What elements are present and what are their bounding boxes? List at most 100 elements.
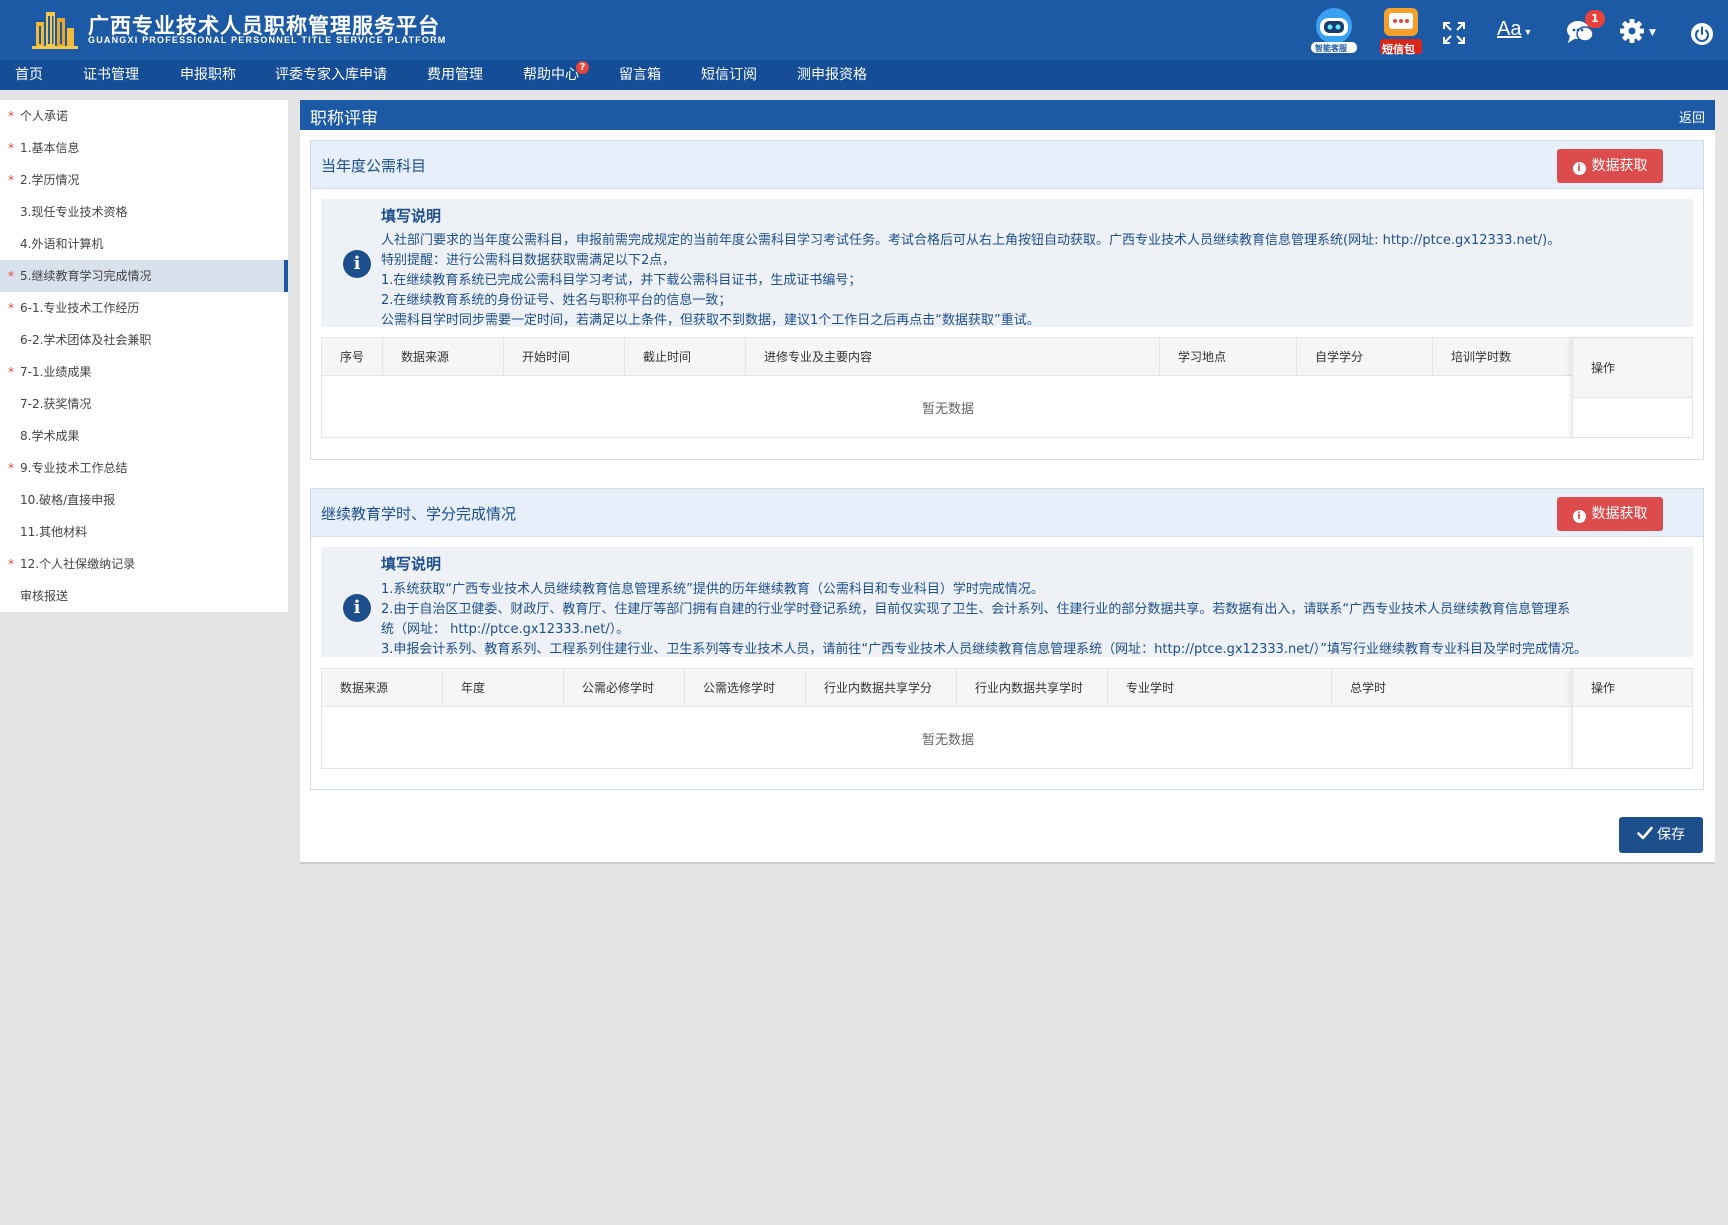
top-header: 广西专业技术人员职称管理服务平台 GUANGXI PROFESSIONAL PE… — [0, 0, 1728, 60]
instruction-title: 填写说明 — [381, 207, 442, 225]
instruction-line: 2.由于自治区卫健委、财政厅、教育厅、住建厅等部门拥有自建的行业学时登记系统，目… — [381, 602, 1571, 617]
sidebar-item[interactable]: * 12.个人社保缴纳记录 — [0, 548, 288, 580]
font-size-button[interactable]: Aa ▼ — [1497, 18, 1541, 44]
column-header: 行业内数据共享学分 — [806, 669, 957, 707]
fetch-data-label: 数据获取 — [1591, 158, 1648, 174]
required-star-icon: * — [8, 109, 14, 123]
nav-fees[interactable]: 费用管理 — [427, 60, 483, 90]
main-nav: 首页 证书管理 申报职称 评委专家入库申请 费用管理 帮助中心 ? 留言箱 短信… — [0, 60, 1728, 90]
sidebar-item-label: 9.专业技术工作总结 — [20, 461, 128, 475]
sidebar-item-label: 10.破格/直接申报 — [20, 493, 116, 507]
operation-column: 操作 — [1572, 669, 1692, 768]
column-header: 年度 — [443, 669, 564, 707]
sidebar-item[interactable]: * 个人承诺 — [0, 100, 288, 132]
required-star-icon: * — [8, 461, 14, 475]
sidebar-item[interactable]: * 1.基本信息 — [0, 132, 288, 164]
sms-label: 短信包 — [1382, 43, 1415, 56]
column-header: 操作 — [1573, 669, 1692, 707]
sidebar-item[interactable]: 3.现任专业技术资格 — [0, 196, 288, 228]
back-link[interactable]: 返回 — [1679, 107, 1705, 126]
sidebar-item-label: 7-2.获奖情况 — [20, 397, 92, 411]
sms-package-button[interactable]: 短信包 — [1378, 6, 1424, 56]
instruction-line: 3.申报会计系列、教育系列、工程系列住建行业、卫生系列等专业技术人员，请前往“广… — [381, 642, 1587, 657]
sidebar-item[interactable]: 8.学术成果 — [0, 420, 288, 452]
instruction-line: 人社部门要求的当年度公需科目，申报前需完成规定的当前年度公需科目学习考试任务。考… — [381, 233, 1561, 248]
sidebar-item[interactable]: * 9.专业技术工作总结 — [0, 452, 288, 484]
sidebar-item[interactable]: 审核报送 — [0, 580, 288, 612]
nav-eligibility-test[interactable]: 测申报资格 — [797, 60, 867, 90]
fetch-data-button[interactable]: i 数据获取 — [1557, 497, 1663, 531]
help-question-icon: ? — [576, 61, 589, 74]
sidebar-item[interactable]: 7-2.获奖情况 — [0, 388, 288, 420]
column-header: 数据来源 — [322, 669, 443, 707]
sidebar-item[interactable]: * 7-1.业绩成果 — [0, 356, 288, 388]
gear-icon — [1620, 19, 1644, 43]
instruction-line: 1.在继续教育系统已完成公需科目学习考试，并下载公需科目证书，生成证书编号； — [381, 273, 862, 288]
nav-certificates[interactable]: 证书管理 — [83, 60, 139, 90]
fullscreen-icon[interactable] — [1441, 20, 1467, 46]
empty-message: 暂无数据 — [921, 733, 974, 748]
instruction-line: 统（网址： http://ptce.gx12333.net/）。 — [381, 622, 630, 637]
column-header: 学习地点 — [1160, 338, 1297, 376]
section-header: 当年度公需科目 i 数据获取 — [311, 141, 1703, 189]
instruction-title: 填写说明 — [381, 555, 442, 573]
message-count-badge: 1 — [1585, 10, 1605, 28]
check-icon — [1637, 826, 1653, 840]
section-title: 继续教育学时、学分完成情况 — [321, 505, 517, 523]
sidebar-item[interactable]: 4.外语和计算机 — [0, 228, 288, 260]
column-header: 进修专业及主要内容 — [746, 338, 1160, 376]
sidebar-item-label: 6-2.学术团体及社会兼职 — [20, 333, 152, 347]
platform-subtitle: GUANGXI PROFESSIONAL PERSONNEL TITLE SER… — [88, 35, 447, 45]
required-star-icon: * — [8, 301, 14, 315]
operation-column: 操作 — [1572, 338, 1692, 437]
column-header: 总学时 — [1350, 681, 1387, 695]
settings-button[interactable]: ▼ — [1619, 18, 1661, 46]
empty-message: 暂无数据 — [921, 402, 974, 417]
column-header: 公需选修学时 — [685, 669, 806, 707]
section-header: 继续教育学时、学分完成情况 i 数据获取 — [311, 489, 1703, 537]
sidebar-item-label: 6-1.专业技术工作经历 — [20, 301, 140, 315]
required-star-icon: * — [8, 141, 14, 155]
fetch-data-button[interactable]: i 数据获取 — [1557, 149, 1663, 183]
instruction-box: i 填写说明 人社部门要求的当年度公需科目，申报前需完成规定的当前年度公需科目学… — [321, 199, 1693, 328]
education-hours-table: 数据来源 年度 公需必修学时 公需选修学时 行业内数据共享学分 行业内数据共享学… — [321, 668, 1693, 769]
column-header: 数据来源 — [383, 338, 504, 376]
save-button[interactable]: 保存 — [1619, 817, 1703, 853]
smart-service-button[interactable]: 智能客服 — [1308, 6, 1360, 54]
nav-home[interactable]: 首页 — [15, 60, 43, 90]
building-logo-icon — [32, 12, 78, 49]
sidebar-item-label: 11.其他材料 — [20, 525, 88, 539]
power-icon[interactable] — [1690, 22, 1714, 46]
column-header: 开始时间 — [504, 338, 625, 376]
table-header: 数据来源 年度 公需必修学时 公需选修学时 行业内数据共享学分 行业内数据共享学… — [322, 669, 1574, 707]
column-header: 序号 — [322, 338, 383, 376]
required-star-icon: * — [8, 557, 14, 571]
panel-header: 职称评审 返回 — [300, 100, 1715, 130]
column-header: 专业学时 — [1108, 669, 1332, 707]
sidebar-item[interactable]: 11.其他材料 — [0, 516, 288, 548]
nav-sms-subscribe[interactable]: 短信订阅 — [701, 60, 757, 90]
nav-expert-application[interactable]: 评委专家入库申请 — [275, 60, 387, 90]
column-header: 自学学分 — [1297, 338, 1433, 376]
sidebar-item-label: 审核报送 — [20, 589, 69, 603]
sidebar-item[interactable]: * 2.学历情况 — [0, 164, 288, 196]
instruction-line: 2.在继续教育系统的身份证号、姓名与职称平台的信息一致； — [381, 293, 732, 308]
nav-message-box[interactable]: 留言箱 — [619, 60, 661, 90]
main-panel: 职称评审 返回 当年度公需科目 i 数据获取 i 填写说明 人社部门要求的当年度公… — [300, 100, 1715, 864]
sidebar-item[interactable]: 10.破格/直接申报 — [0, 484, 288, 516]
nav-help-center[interactable]: 帮助中心 — [523, 60, 579, 90]
required-star-icon: * — [8, 269, 14, 283]
sidebar-item-label: 8.学术成果 — [20, 429, 80, 443]
nav-apply-title[interactable]: 申报职称 — [180, 60, 236, 90]
instruction-box: i 填写说明 1.系统获取“广西专业技术人员继续教育信息管理系统”提供的历年继续… — [321, 547, 1693, 657]
caret-down-icon: ▼ — [1523, 27, 1533, 37]
sidebar-item[interactable]: * 5.继续教育学习完成情况 — [0, 260, 288, 292]
continuing-education-section: 继续教育学时、学分完成情况 i 数据获取 i 填写说明 1.系统获取“广西专业技术… — [310, 488, 1704, 790]
sidebar-item[interactable]: * 6-1.专业技术工作经历 — [0, 292, 288, 324]
sidebar: * 个人承诺 * 1.基本信息 * 2.学历情况 3.现任专业技术资格 4.外语和计算机 * 5.… — [0, 100, 288, 612]
sidebar-item[interactable]: 6-2.学术团体及社会兼职 — [0, 324, 288, 356]
table-header: 序号 数据来源 开始时间 截止时间 进修专业及主要内容 学习地点 自学学分 培训… — [322, 338, 1574, 376]
sidebar-item-label: 3.现任专业技术资格 — [20, 205, 128, 219]
required-star-icon: * — [8, 365, 14, 379]
public-course-table: 序号 数据来源 开始时间 截止时间 进修专业及主要内容 学习地点 自学学分 培训… — [321, 337, 1693, 438]
